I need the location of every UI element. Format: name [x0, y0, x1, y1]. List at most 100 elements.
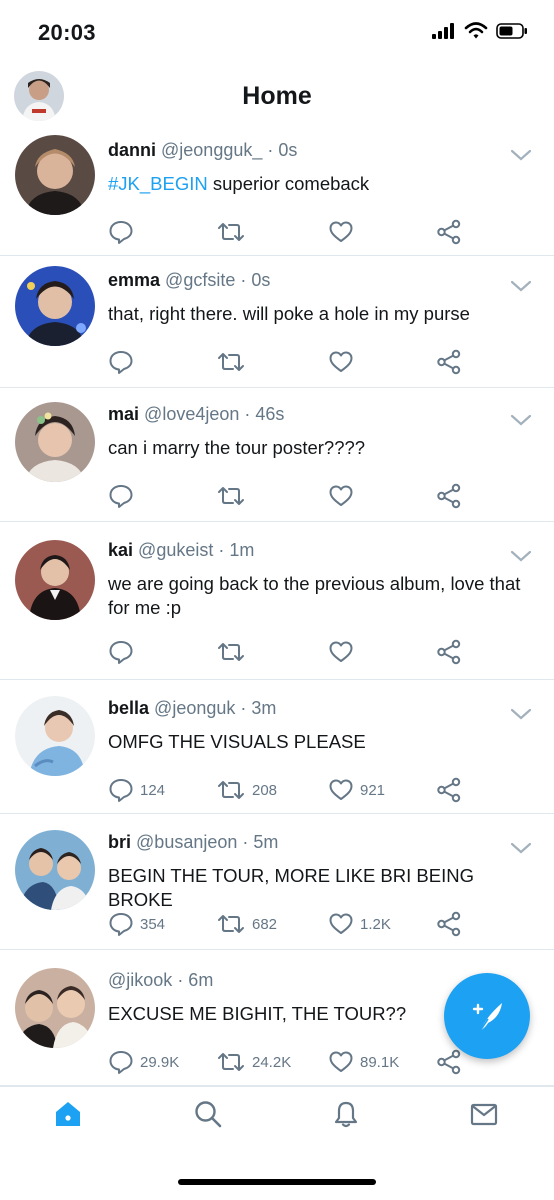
like-button[interactable] [328, 348, 360, 376]
display-name[interactable]: bella [108, 698, 149, 718]
avatar[interactable] [15, 135, 95, 215]
search-icon[interactable] [193, 1099, 223, 1129]
tweet-body: superior comeback [207, 173, 370, 194]
retweet-icon [218, 353, 244, 371]
tweet[interactable]: bri @busanjeon · 5m BEGIN THE TOUR, MORE… [0, 814, 554, 950]
retweet-button[interactable]: 682 [216, 910, 277, 938]
tweet-text: #JK_BEGIN superior comeback [108, 172, 540, 196]
avatar-image [15, 540, 95, 620]
reply-icon [109, 221, 133, 244]
retweet-button[interactable]: 208 [216, 776, 277, 804]
retweet-button[interactable] [216, 638, 252, 666]
like-button[interactable] [328, 482, 360, 510]
chevron-down-icon[interactable] [510, 148, 532, 162]
avatar[interactable] [15, 402, 95, 482]
heart-icon [329, 641, 353, 662]
reply-icon [109, 485, 133, 508]
share-button[interactable] [436, 218, 462, 246]
chevron-down-icon[interactable] [510, 549, 532, 563]
chevron-down-icon[interactable] [510, 279, 532, 293]
display-name[interactable]: emma [108, 270, 160, 290]
home-icon[interactable] [53, 1099, 83, 1129]
messages-envelope-icon[interactable] [469, 1099, 499, 1129]
retweet-icon [218, 781, 244, 799]
reply-button[interactable]: 354 [108, 910, 165, 938]
avatar[interactable] [15, 696, 95, 776]
avatar[interactable] [15, 830, 95, 910]
avatar[interactable] [15, 266, 95, 346]
chevron-down-icon[interactable] [510, 413, 532, 427]
like-button[interactable]: 89.1K [328, 1048, 399, 1076]
retweet-button[interactable] [216, 482, 252, 510]
tweet[interactable]: danni @jeongguk_ · 0s #JK_BEGIN superior… [0, 126, 554, 256]
display-name[interactable]: bri [108, 832, 131, 852]
reply-button[interactable]: 29.9K [108, 1048, 179, 1076]
reply-icon [109, 913, 133, 936]
reply-button[interactable] [108, 638, 140, 666]
avatar-image [15, 266, 95, 346]
tweet-header: kai @gukeist · 1m [108, 540, 494, 561]
avatar[interactable] [15, 540, 95, 620]
avatar[interactable] [15, 968, 95, 1048]
display-name[interactable]: mai [108, 404, 139, 424]
share-button[interactable] [436, 910, 462, 938]
retweet-count: 682 [252, 915, 278, 933]
tweet-header: bella @jeonguk · 3m [108, 698, 494, 719]
tweet-header: danni @jeongguk_ · 0s [108, 140, 494, 161]
reply-icon [109, 641, 133, 664]
tweet-actions: 124 208 921 [108, 776, 468, 804]
like-button[interactable]: 921 [328, 776, 385, 804]
display-name[interactable]: danni [108, 140, 156, 160]
tweet[interactable]: kai @gukeist · 1m we are going back to t… [0, 522, 554, 680]
tweet[interactable]: bella @jeonguk · 3m OMFG THE VISUALS PLE… [0, 680, 554, 814]
reply-count: 29.9K [140, 1053, 180, 1071]
display-name[interactable]: kai [108, 540, 133, 560]
chevron-down-icon[interactable] [510, 841, 532, 855]
wifi-icon [464, 22, 488, 39]
reply-button[interactable] [108, 218, 140, 246]
retweet-button[interactable] [216, 348, 252, 376]
share-icon [437, 911, 461, 937]
reply-button[interactable] [108, 482, 140, 510]
retweet-button[interactable]: 24.2K [216, 1048, 291, 1076]
status-icons [432, 22, 528, 40]
tweet-text: that, right there. will poke a hole in m… [108, 303, 470, 324]
user-handle[interactable]: @jeonguk [154, 698, 235, 718]
user-handle[interactable]: @gukeist [138, 540, 213, 560]
tweet-text: BEGIN THE TOUR, MORE LIKE BRI BEING BROK… [108, 865, 474, 910]
compose-tweet-icon [472, 1003, 502, 1032]
share-button[interactable] [436, 638, 462, 666]
home-indicator[interactable] [178, 1179, 376, 1185]
avatar-image [15, 402, 95, 482]
user-handle[interactable]: @gcfsite [165, 270, 235, 290]
reply-button[interactable] [108, 348, 140, 376]
retweet-button[interactable] [216, 218, 252, 246]
tweet[interactable]: emma @gcfsite · 0s that, right there. wi… [0, 256, 554, 388]
status-time: 20:03 [38, 20, 96, 45]
share-button[interactable] [436, 348, 462, 376]
reply-icon [109, 351, 133, 374]
compose-tweet-button[interactable] [444, 973, 530, 1059]
top-header: Home [0, 66, 554, 126]
notifications-bell-icon[interactable] [331, 1099, 361, 1129]
share-button[interactable] [436, 776, 462, 804]
user-handle[interactable]: @jeongguk_ [161, 140, 262, 160]
tweet-header: emma @gcfsite · 0s [108, 270, 494, 291]
user-handle[interactable]: @love4jeon [144, 404, 239, 424]
retweet-count: 24.2K [252, 1053, 292, 1071]
like-button[interactable] [328, 218, 360, 246]
tweet-header: bri @busanjeon · 5m [108, 832, 494, 853]
like-button[interactable] [328, 638, 360, 666]
tweet-actions [108, 218, 468, 246]
reply-button[interactable]: 124 [108, 776, 165, 804]
chevron-down-icon[interactable] [510, 707, 532, 721]
heart-icon [329, 779, 353, 800]
like-button[interactable]: 1.2K [328, 910, 391, 938]
hashtag-link[interactable]: #JK_BEGIN [108, 173, 208, 194]
user-handle[interactable]: @busanjeon [136, 832, 237, 852]
share-button[interactable] [436, 482, 462, 510]
tweet[interactable]: mai @love4jeon · 46s can i marry the tou… [0, 388, 554, 522]
user-handle[interactable]: @jikook [108, 970, 172, 990]
reply-count: 124 [140, 781, 166, 799]
tweet-text: can i marry the tour poster???? [108, 437, 366, 458]
